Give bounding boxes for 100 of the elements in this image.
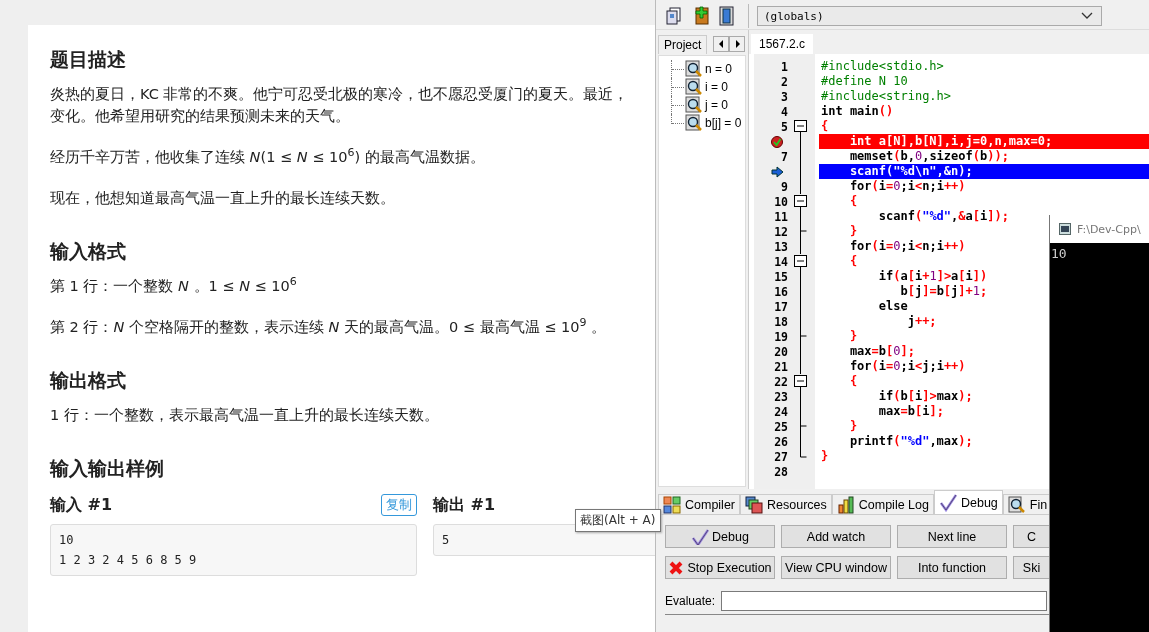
paragraph: 第 2 行：N 个空格隔开的整数，表示连续 N 天的最高气温。0 ≤ 最高气温 ≤ 10$^{9}$ 。 xyxy=(50,316,608,337)
magnifier-icon xyxy=(685,96,703,114)
book-icon xyxy=(716,5,736,27)
line-number: 21 xyxy=(774,359,788,374)
debug-button[interactable]: Add watch xyxy=(781,525,891,548)
magnifier-icon xyxy=(685,114,703,132)
paragraph: 第 1 行：一个整数 N 。1 ≤ N ≤ 10$^{6}$ xyxy=(50,275,298,296)
window-title: F:\Dev-Cpp\ xyxy=(1077,222,1141,236)
watch-item[interactable]: i = 0 xyxy=(705,80,728,94)
checkmark-icon xyxy=(938,493,957,512)
line-number: 20 xyxy=(774,344,788,359)
line-number: 18 xyxy=(774,314,788,329)
line-number: 17 xyxy=(774,299,788,314)
code-line: scanf("%d",&a[i]); xyxy=(877,209,1009,224)
line-number: 16 xyxy=(774,284,788,299)
panel-tab[interactable]: Debug xyxy=(933,490,1003,514)
scroll-left-button[interactable] xyxy=(713,36,730,52)
debug-button[interactable]: Stop Execution xyxy=(665,556,775,579)
panel-tab[interactable]: Resources xyxy=(740,494,832,514)
window-icon xyxy=(664,5,684,27)
code-line: #include<string.h> xyxy=(820,89,952,104)
scope-dropdown[interactable]: (globals) xyxy=(757,6,1102,26)
collapse-icon xyxy=(794,119,807,134)
paragraph: 现在，他想知道最高气温一直上升的最长连续天数。 xyxy=(50,189,396,208)
watch-item[interactable]: n = 0 xyxy=(705,62,733,76)
line-number: 14 xyxy=(774,254,788,269)
line-number: 24 xyxy=(774,404,788,419)
magnifier-icon xyxy=(1007,495,1026,514)
line-number: 2 xyxy=(781,74,788,89)
line-number: 26 xyxy=(774,434,788,449)
bar-chart-icon xyxy=(836,495,855,514)
line-number: 11 xyxy=(774,209,788,224)
paragraph: 经历千辛万苦，他收集了连续 N(1 ≤ N ≤ 10$^{6}$) 的最高气温数据。 xyxy=(50,146,486,167)
section-heading: 输出格式 xyxy=(50,368,127,393)
code-line: for(i=0;i<j;i++) xyxy=(848,359,966,374)
code-line: { xyxy=(820,119,829,134)
line-number: 19 xyxy=(774,329,788,344)
code-line: { xyxy=(848,254,858,269)
code-line: for(i=0;i<n;i++) xyxy=(848,179,966,194)
code-line: for(i=0;i<n;i++) xyxy=(848,239,966,254)
collapse-icon xyxy=(794,374,807,389)
console-icon xyxy=(1059,223,1071,235)
paragraph: 炎热的夏日，KC 非常的不爽。他宁可忍受北极的寒冷，也不愿忍受厦门的夏天。最近， 变化。他希望用研究的结果预测未来的天气。 xyxy=(50,85,630,126)
magnifier-icon xyxy=(685,60,703,78)
line-number: 13 xyxy=(774,239,788,254)
code-line: b[j]=b[j]+1; xyxy=(899,284,988,299)
line-number: 27 xyxy=(774,449,788,464)
debug-button[interactable]: Next line xyxy=(897,525,1007,548)
debug-button[interactable]: Debug xyxy=(665,525,775,548)
line-number: 4 xyxy=(781,104,788,119)
code-line: max=b[0]; xyxy=(848,344,915,359)
panel-tab[interactable]: Compile Log xyxy=(831,494,934,514)
chevron-down-icon xyxy=(1081,12,1093,20)
sample-label: 输出 #1 xyxy=(433,494,496,516)
code-line: if(b[i]>max); xyxy=(877,389,973,404)
code-line: if(a[i+1]>a[i]) xyxy=(877,269,988,284)
code-line: { xyxy=(848,374,858,389)
debug-button[interactable]: Into function xyxy=(897,556,1007,579)
code-line: { xyxy=(848,194,858,209)
code-line: printf("%d",max); xyxy=(848,434,973,449)
code-line: } xyxy=(848,419,858,434)
line-number: 3 xyxy=(781,89,788,104)
code-line: else xyxy=(877,299,908,314)
code-line: memset(b,0,sizeof(b)); xyxy=(848,149,1009,164)
evaluate-field[interactable] xyxy=(721,591,1048,611)
watch-item[interactable]: j = 0 xyxy=(705,98,728,112)
line-number: 12 xyxy=(774,224,788,239)
console-output: 10 xyxy=(1050,245,1068,261)
line-number: 28 xyxy=(774,464,788,479)
line-number: 23 xyxy=(774,389,788,404)
watch-item[interactable]: b[j] = 0 xyxy=(705,116,742,130)
code-line: } xyxy=(820,449,829,464)
line-number: 9 xyxy=(781,179,788,194)
section-heading: 输入格式 xyxy=(50,239,127,264)
code-line: int main() xyxy=(820,104,894,119)
debug-button[interactable]: Ski xyxy=(1013,556,1049,579)
line-number: 10 xyxy=(774,194,788,209)
evaluate-label: Evaluate: xyxy=(665,594,716,608)
line-number: 1 xyxy=(781,59,788,74)
debug-button[interactable]: View CPU window xyxy=(781,556,891,579)
line-number: 22 xyxy=(774,374,788,389)
project-tab[interactable]: Project xyxy=(658,34,708,54)
collapse-icon xyxy=(794,194,807,209)
debug-button[interactable]: C xyxy=(1013,525,1049,548)
code-line: } xyxy=(848,329,858,344)
code-line: max=b[i]; xyxy=(877,404,944,419)
code-line: #define N 10 xyxy=(820,74,908,89)
sample-box: 10 1 2 3 2 4 5 6 8 5 9 xyxy=(50,524,417,576)
file-tab[interactable]: 1567.2.c xyxy=(751,34,814,54)
sample-label: 输入 #1 xyxy=(50,494,113,516)
squares-icon xyxy=(745,495,763,514)
section-heading: 题目描述 xyxy=(50,47,127,72)
code-line: } xyxy=(848,224,858,239)
panel-tab[interactable]: Compiler xyxy=(658,494,740,514)
cross-icon xyxy=(668,559,685,576)
line-number: 7 xyxy=(781,149,788,164)
scroll-right-button[interactable] xyxy=(729,36,746,52)
tooltip: 截图(Alt + A) xyxy=(575,509,661,532)
code-line: j++; xyxy=(906,314,937,329)
section-heading: 输入输出样例 xyxy=(50,456,165,481)
